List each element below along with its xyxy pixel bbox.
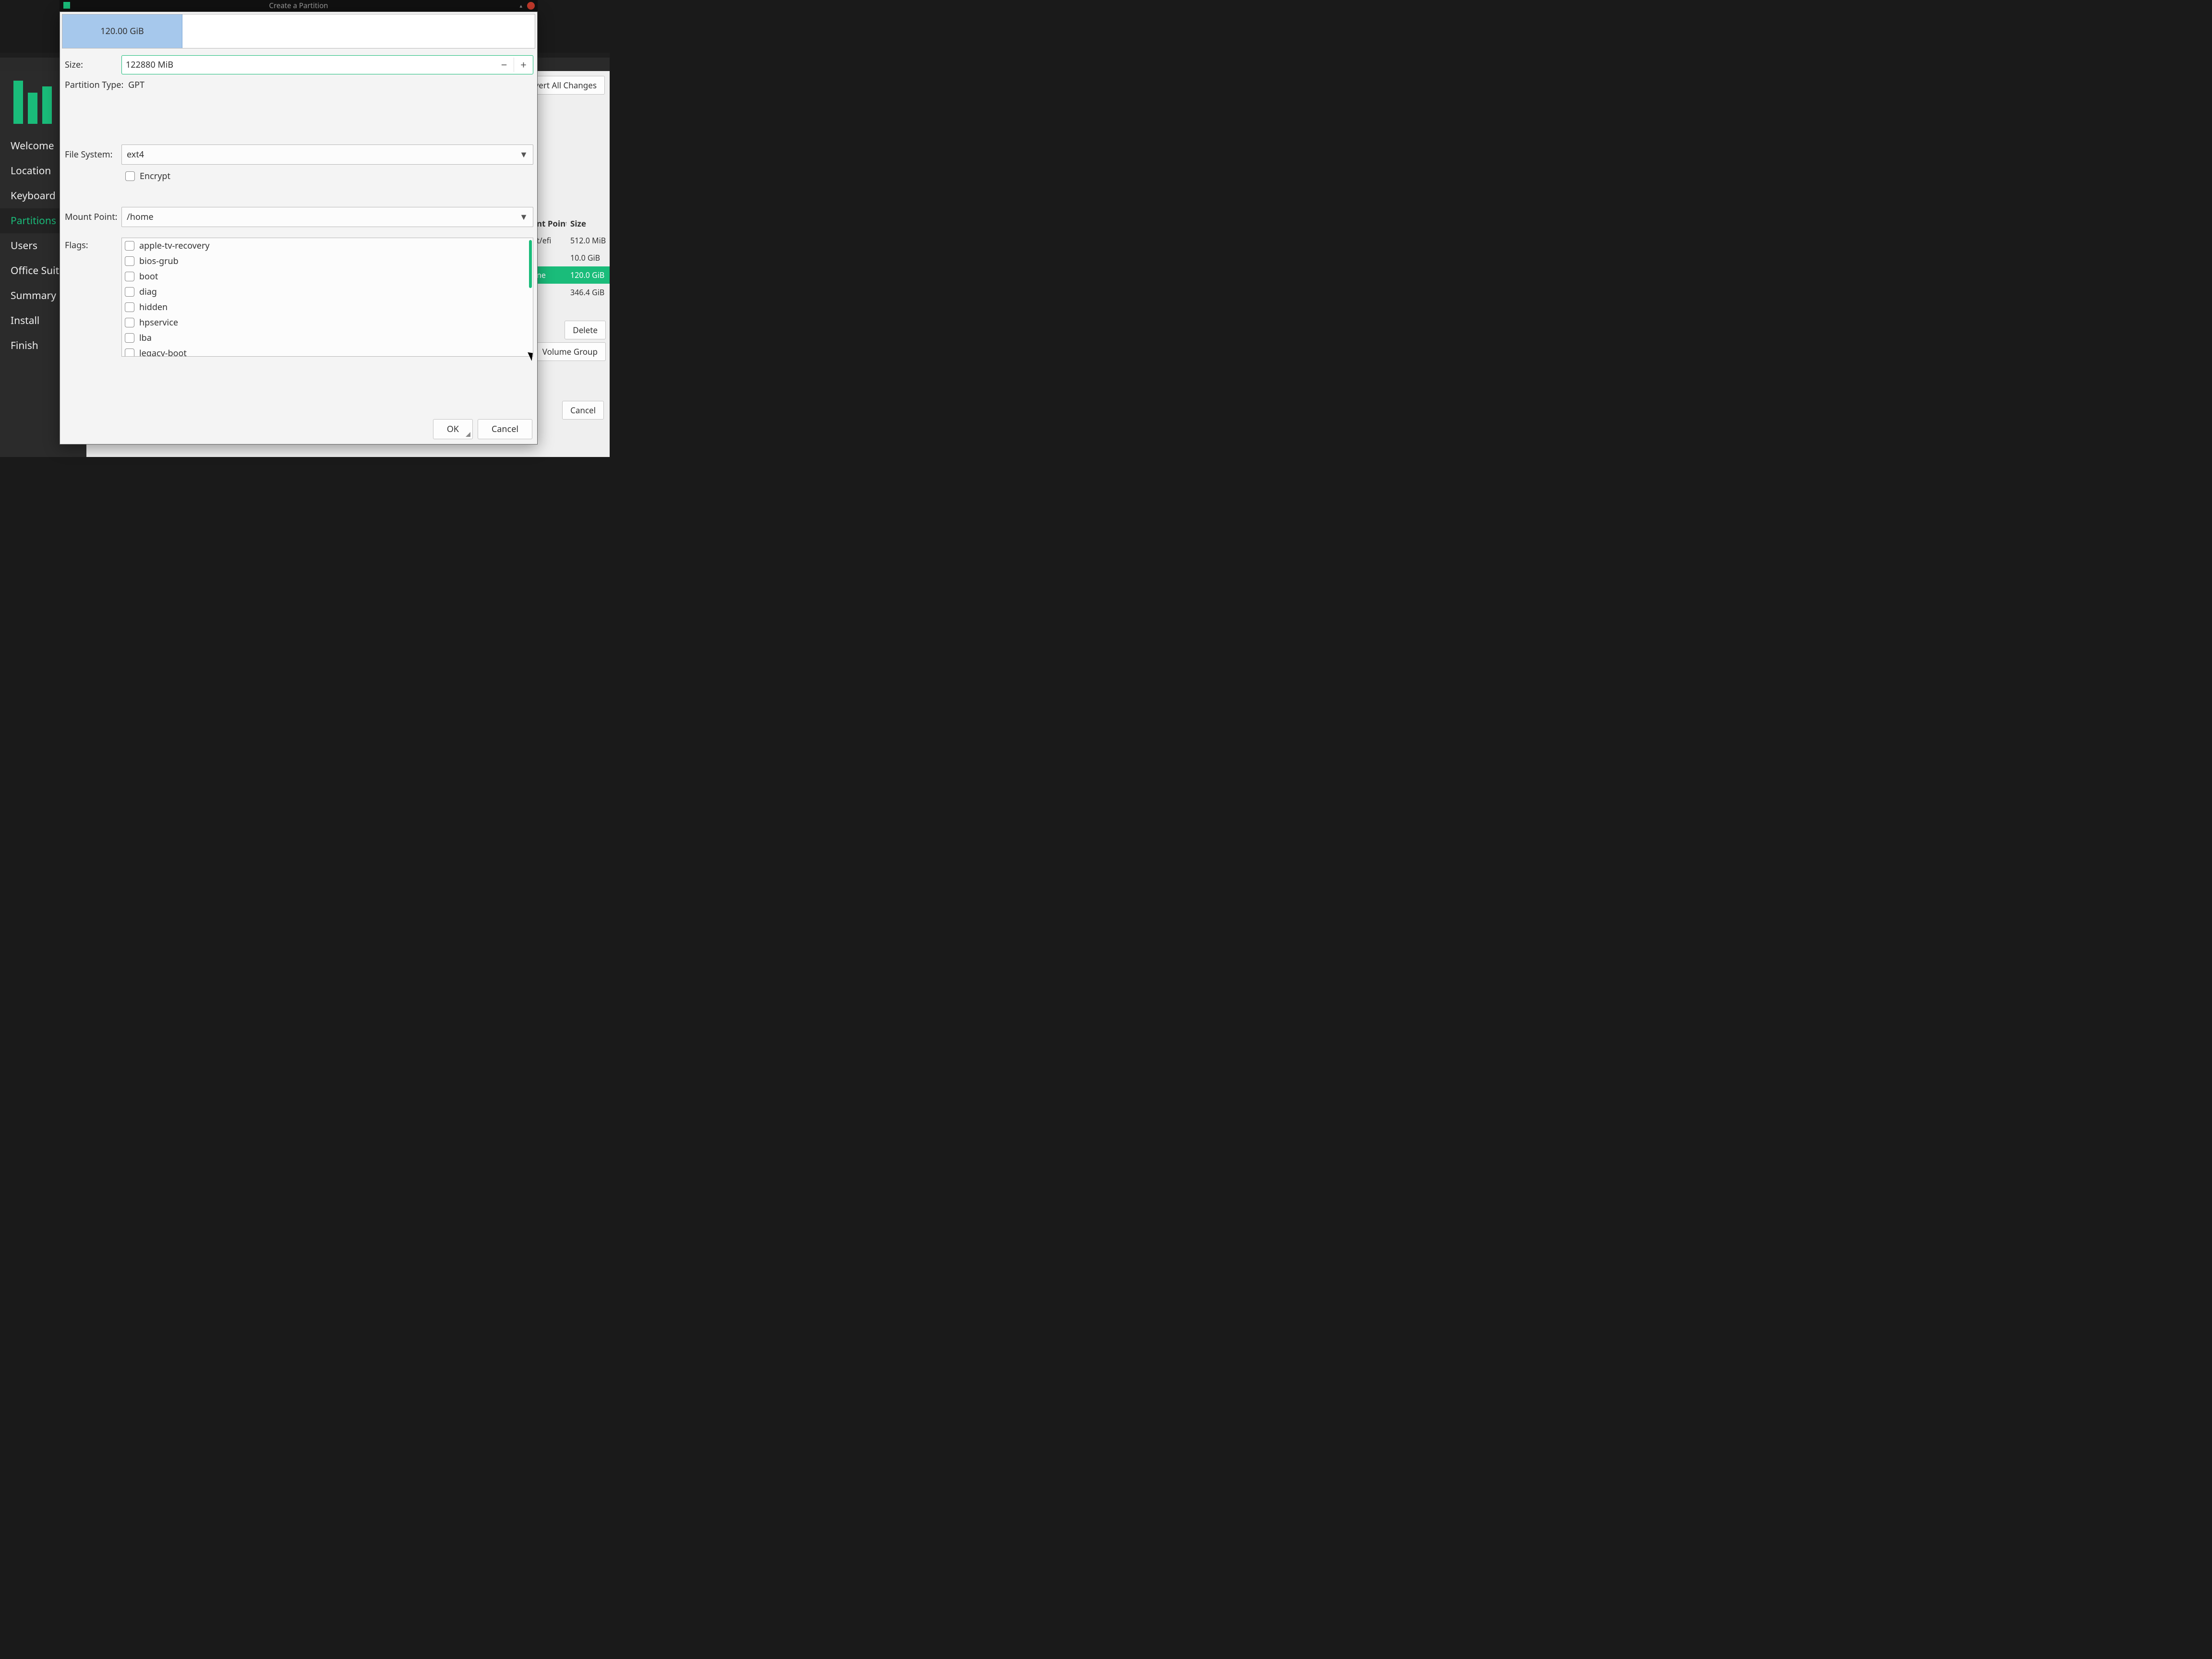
label-file-system: File System: — [64, 149, 121, 160]
mount-point-select[interactable]: /home ▼ — [121, 207, 533, 227]
up-icon[interactable]: ▴ — [519, 2, 522, 10]
dialog-title: Create a Partition — [269, 1, 328, 11]
size-value[interactable]: 122880 MiB — [122, 59, 494, 71]
file-system-select[interactable]: ext4 ▼ — [121, 144, 533, 165]
chevron-down-icon: ▼ — [519, 211, 528, 223]
label-partition-type: Partition Type: — [64, 79, 126, 91]
delete-button[interactable]: Delete — [565, 321, 606, 339]
table-row[interactable]: t/efi 512.0 MiB — [533, 232, 610, 249]
size-input[interactable]: 122880 MiB − + — [121, 55, 533, 74]
installer-cancel-button[interactable]: Cancel — [562, 401, 604, 420]
size-decrement[interactable]: − — [494, 58, 514, 72]
size-slider[interactable]: 120.00 GiB — [62, 14, 535, 48]
ok-button[interactable]: OK — [433, 419, 473, 439]
table-row[interactable]: 346.4 GiB — [533, 284, 610, 301]
label-size: Size: — [64, 59, 121, 71]
flag-checkbox[interactable] — [125, 272, 134, 281]
flag-checkbox[interactable] — [125, 256, 134, 266]
partition-table: nt Point Size t/efi 512.0 MiB 10.0 GiB n… — [533, 215, 610, 301]
col-size: Size — [566, 215, 610, 232]
flag-item[interactable]: boot — [122, 269, 526, 284]
size-increment[interactable]: + — [514, 58, 533, 72]
label-flags: Flags: — [64, 238, 121, 251]
file-system-value: ext4 — [127, 149, 144, 160]
col-mount-point: nt Point — [533, 215, 566, 232]
flag-checkbox[interactable] — [125, 241, 134, 251]
table-row[interactable]: 10.0 GiB — [533, 249, 610, 266]
encrypt-label: Encrypt — [140, 170, 170, 182]
scrollbar[interactable] — [529, 240, 532, 288]
partition-type-value: GPT — [126, 79, 144, 91]
manjaro-logo — [13, 81, 57, 124]
chevron-down-icon: ▼ — [519, 149, 528, 160]
flag-item[interactable]: diag — [122, 284, 526, 300]
flags-list[interactable]: apple-tv-recovery bios-grub boot diag hi… — [121, 238, 533, 357]
flag-item[interactable]: lba — [122, 330, 526, 346]
flag-item[interactable]: legacy-boot — [122, 346, 526, 356]
app-icon — [63, 2, 70, 9]
encrypt-checkbox[interactable] — [125, 171, 135, 181]
flag-checkbox[interactable] — [125, 318, 134, 327]
close-icon[interactable] — [527, 2, 535, 10]
cancel-button[interactable]: Cancel — [478, 419, 532, 439]
flag-item[interactable]: hpservice — [122, 315, 526, 330]
table-row[interactable]: ne 120.0 GiB — [533, 266, 610, 284]
flag-checkbox[interactable] — [125, 302, 134, 312]
flag-item[interactable]: apple-tv-recovery — [122, 238, 526, 253]
label-mount-point: Mount Point: — [64, 211, 121, 223]
create-partition-dialog: 120.00 GiB Size: 122880 MiB − + Partitio… — [60, 12, 538, 445]
flag-item[interactable]: hidden — [122, 300, 526, 315]
mount-point-value: /home — [127, 211, 154, 223]
flag-checkbox[interactable] — [125, 349, 134, 356]
size-display: 120.00 GiB — [100, 25, 144, 37]
flag-item[interactable]: bios-grub — [122, 253, 526, 269]
dialog-titlebar: Create a Partition ▴ — [60, 0, 538, 12]
volume-group-button[interactable]: Volume Group — [534, 342, 606, 361]
size-slider-fill[interactable]: 120.00 GiB — [62, 14, 182, 48]
flag-checkbox[interactable] — [125, 333, 134, 343]
flag-checkbox[interactable] — [125, 287, 134, 297]
